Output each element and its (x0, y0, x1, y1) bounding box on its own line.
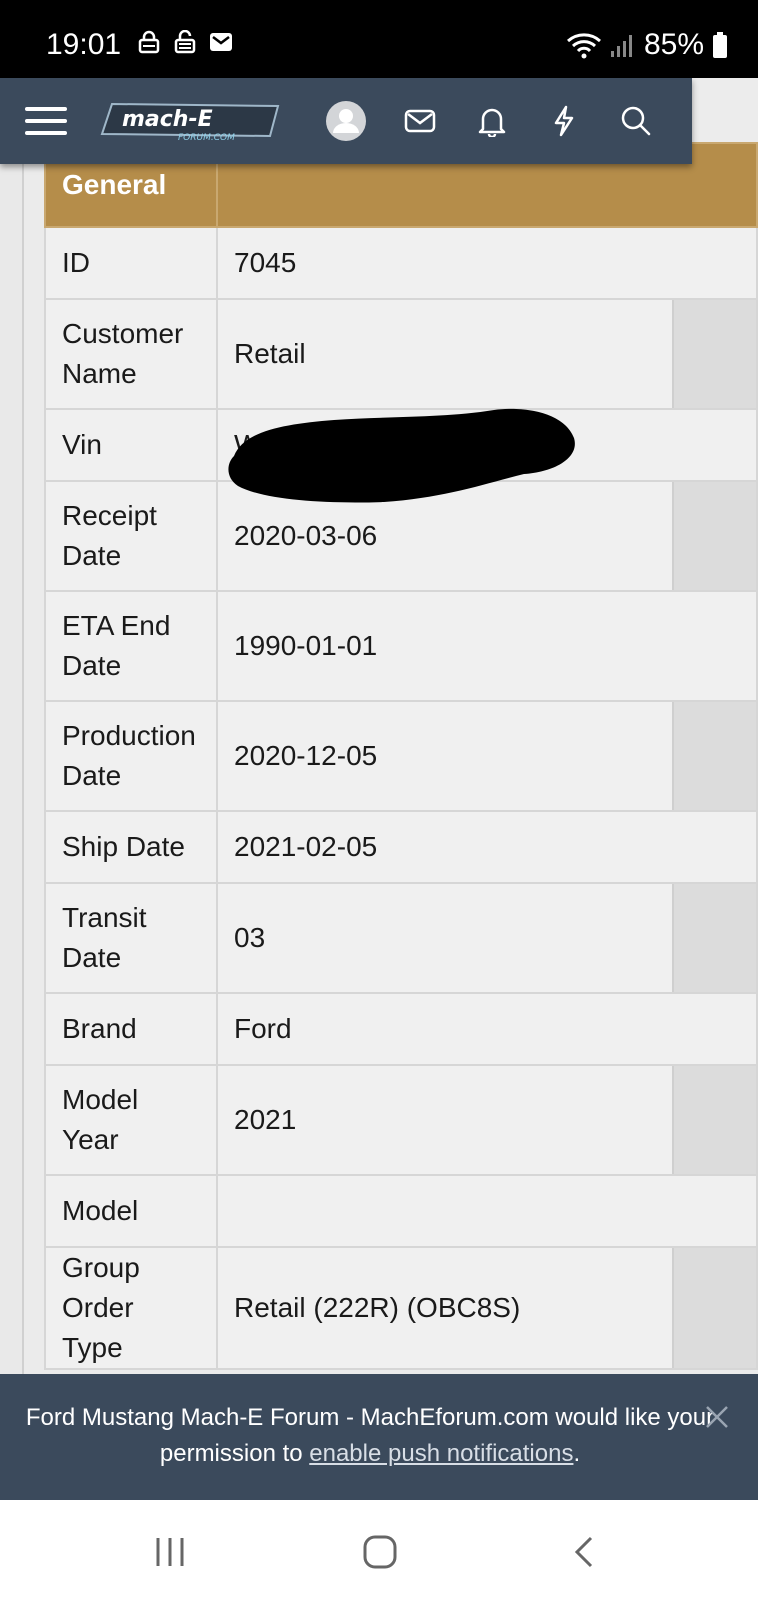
row-label: Model (44, 1174, 218, 1248)
menu-button[interactable] (16, 78, 76, 164)
row-label: Ship Date (44, 810, 218, 884)
wifi-icon (566, 33, 601, 59)
row-label: Group Order Type (44, 1246, 218, 1370)
page-background (690, 78, 758, 142)
battery-icon (713, 32, 727, 58)
signal-icon (610, 35, 632, 57)
table-row: Customer Name Retail (44, 298, 758, 410)
logo-subtext: FORUM.COM (178, 133, 235, 143)
account-button[interactable] (316, 78, 376, 164)
home-button[interactable] (350, 1532, 410, 1572)
row-label: Production Date (44, 700, 218, 812)
page-left-margin (0, 78, 24, 1378)
row-value (216, 1174, 758, 1248)
row-value: Retail (222R) (OBC8S) (216, 1246, 758, 1370)
row-value: 03 (216, 882, 758, 994)
table-row: Model Year 2021 (44, 1064, 758, 1176)
home-icon (363, 1535, 397, 1569)
push-permission-banner: Ford Mustang Mach-E Forum - MachEforum.c… (0, 1374, 758, 1500)
row-value: Ford (216, 992, 758, 1066)
row-label: Model Year (44, 1064, 218, 1176)
table-row: Group Order Type Retail (222R) (OBC8S) (44, 1246, 758, 1370)
table-row: Transit Date 03 (44, 882, 758, 994)
row-label: ID (44, 226, 218, 300)
row-label: ETA End Date (44, 590, 218, 702)
logo-text: mach-E (122, 107, 213, 132)
back-button[interactable] (554, 1532, 614, 1572)
close-icon (706, 1406, 728, 1428)
search-icon (621, 106, 651, 136)
mail-icon (210, 33, 232, 51)
row-label: Customer Name (44, 298, 218, 410)
envelope-icon (404, 109, 436, 133)
status-bar: 19:01 85% (0, 0, 758, 78)
system-navigation-bar (0, 1500, 758, 1600)
row-value: 2021-02-05 (216, 810, 758, 884)
row-label: Vin (44, 408, 218, 482)
row-label: Brand (44, 992, 218, 1066)
alerts-button[interactable] (462, 78, 522, 164)
unlock-icon (174, 30, 196, 54)
vehicle-info-table: General ID 7045 Customer Name Retail Vin… (44, 142, 758, 1370)
push-message: Ford Mustang Mach-E Forum - MachEforum.c… (20, 1400, 720, 1472)
close-banner-button[interactable] (704, 1404, 730, 1430)
row-label: Receipt Date (44, 480, 218, 592)
battery-percent: 85% (643, 28, 704, 61)
row-label: Transit Date (44, 882, 218, 994)
row-value: 2020-12-05 (216, 700, 758, 812)
bell-icon (478, 108, 506, 137)
enable-push-link[interactable]: enable push notifications (309, 1440, 573, 1467)
table-row: ID 7045 (44, 226, 758, 300)
row-value: 7045 (216, 226, 758, 300)
row-value: 2021 (216, 1064, 758, 1176)
bolt-icon (554, 105, 574, 137)
back-icon (574, 1536, 593, 1568)
forum-navbar: mach-E FORUM.COM (0, 78, 692, 164)
whats-new-button[interactable] (534, 78, 594, 164)
lock-icon (138, 30, 160, 54)
search-button[interactable] (606, 78, 666, 164)
recent-apps-button[interactable] (140, 1532, 200, 1572)
table-row: Production Date 2020-12-05 (44, 700, 758, 812)
menu-icon (25, 107, 67, 135)
table-row: ETA End Date 1990-01-01 (44, 590, 758, 702)
push-message-end: . (573, 1440, 581, 1467)
recent-apps-icon (156, 1538, 184, 1566)
mach-e-logo: mach-E FORUM.COM (100, 102, 280, 143)
avatar-icon (326, 101, 366, 141)
site-logo[interactable]: mach-E FORUM.COM (98, 96, 284, 146)
table-row: Model (44, 1174, 758, 1248)
vin-redaction-mark (228, 408, 575, 503)
row-value: Retail (216, 298, 758, 410)
inbox-button[interactable] (390, 78, 450, 164)
table-row: Brand Ford (44, 992, 758, 1066)
table-row: Ship Date 2021-02-05 (44, 810, 758, 884)
row-value: 1990-01-01 (216, 590, 758, 702)
status-time: 19:01 (46, 28, 122, 61)
